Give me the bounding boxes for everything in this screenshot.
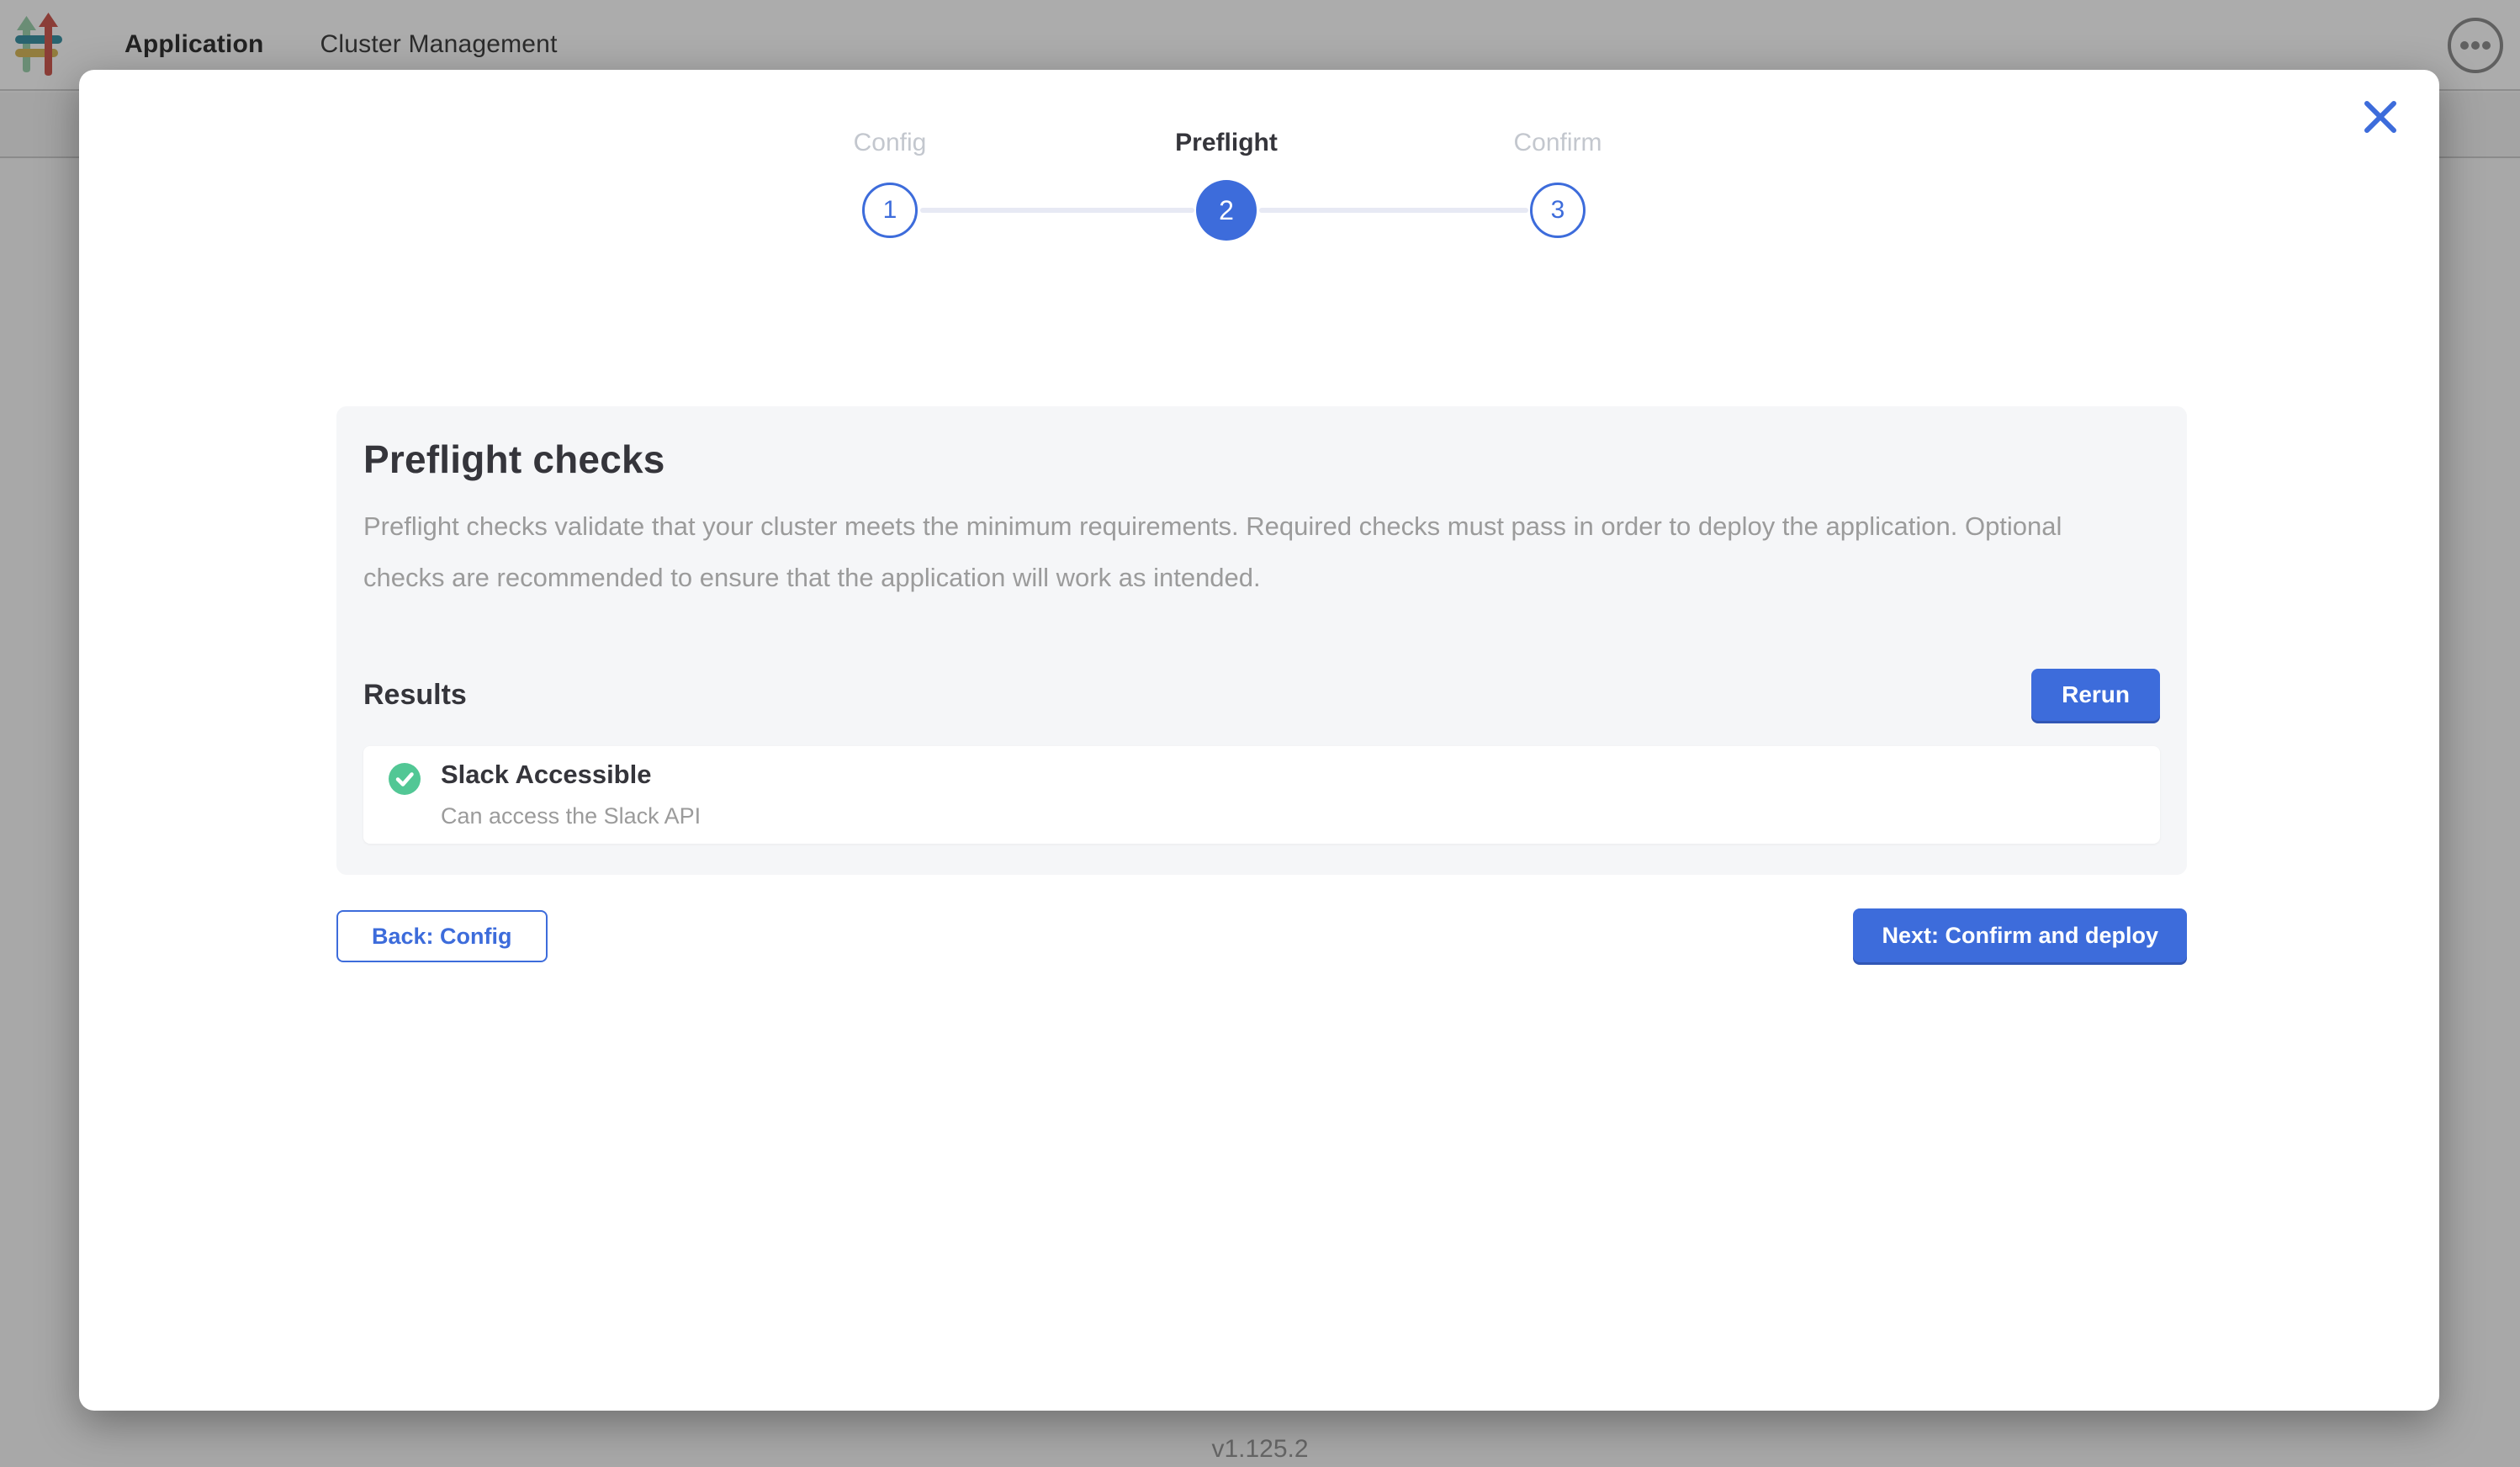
step-label-preflight: Preflight [1175,129,1278,157]
app-screen: Application Cluster Management v1.125.2 … [0,0,2520,1467]
preflight-description: Preflight checks validate that your clus… [363,500,2117,603]
close-icon[interactable] [2353,90,2407,144]
stepper-connector [920,208,1194,213]
step-circle-config[interactable]: 1 [862,183,918,238]
next-button[interactable]: Next: Confirm and deploy [1853,908,2187,962]
step-label-confirm: Confirm [1513,129,1601,157]
step-label-config: Config [854,129,927,157]
back-button[interactable]: Back: Config [336,910,548,962]
step-circle-preflight[interactable]: 2 [1196,180,1257,241]
check-title: Slack Accessible [441,760,701,790]
preflight-title: Preflight checks [363,437,2160,482]
preflight-result-item: Slack Accessible Can access the Slack AP… [363,746,2160,844]
rerun-button[interactable]: Rerun [2031,669,2160,721]
step-circle-confirm[interactable]: 3 [1530,183,1586,238]
stepper-connector [1259,208,1528,213]
check-text-block: Slack Accessible Can access the Slack AP… [441,760,701,829]
results-header-row: Results Rerun [363,669,2160,721]
deploy-wizard-modal: Config Preflight Confirm 1 2 3 Preflight… [79,70,2439,1411]
check-detail: Can access the Slack API [441,803,701,829]
check-circle-icon [389,763,421,795]
preflight-panel: Preflight checks Preflight checks valida… [336,406,2187,875]
results-heading: Results [363,679,467,712]
